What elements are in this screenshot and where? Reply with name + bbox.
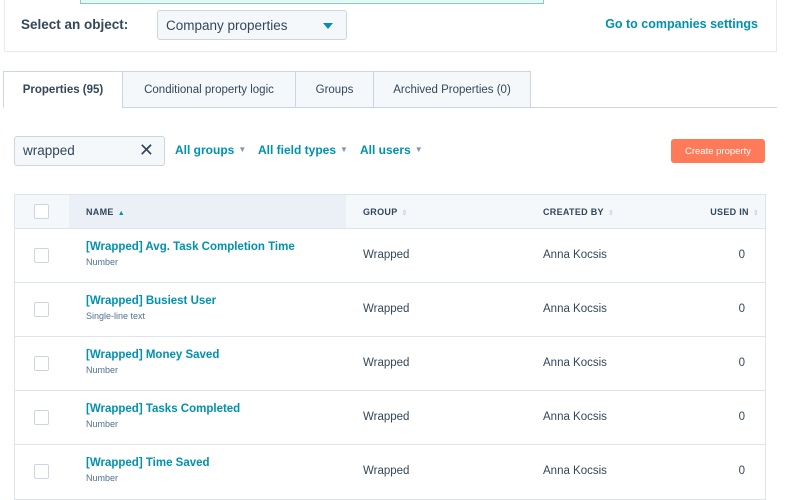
caret-down-icon: ▼ <box>414 145 423 154</box>
row-checkbox[interactable] <box>34 302 49 317</box>
property-type: Number <box>86 419 119 429</box>
table-row: [Wrapped] Busiest User Single-line text … <box>15 283 765 337</box>
all-users-label: All users <box>360 143 411 157</box>
all-users-filter[interactable]: All users ▼ <box>360 143 423 157</box>
property-type: Single-line text <box>86 311 146 321</box>
create-property-button[interactable]: Create property <box>671 139 765 163</box>
tab-properties[interactable]: Properties (95) <box>3 71 123 108</box>
all-field-types-label: All field types <box>258 143 337 157</box>
table-row: [Wrapped] Money Saved Number Wrapped Ann… <box>15 337 765 391</box>
property-name-link[interactable]: [Wrapped] Money Saved <box>86 349 219 361</box>
all-groups-filter[interactable]: All groups ▼ <box>175 143 246 157</box>
select-all-checkbox[interactable] <box>34 204 49 219</box>
caret-down-icon <box>323 23 333 29</box>
property-used-in: 0 <box>738 411 745 423</box>
sort-ascending-icon: ▲ <box>117 210 125 217</box>
object-dropdown[interactable]: Company properties <box>157 10 347 40</box>
property-created-by: Anna Kocsis <box>543 303 607 315</box>
sort-icon: ⇕ <box>401 210 408 217</box>
tab-bar: Properties (95) Conditional property log… <box>3 71 531 108</box>
table-row: [Wrapped] Time Saved Number Wrapped Anna… <box>15 445 765 499</box>
property-used-in: 0 <box>738 249 745 261</box>
tab-archived-properties[interactable]: Archived Properties (0) <box>373 71 531 108</box>
property-name-link[interactable]: [Wrapped] Time Saved <box>86 457 210 469</box>
sort-icon: ⇕ <box>752 210 759 217</box>
properties-table: NAME ▲ GROUP ⇕ CREATED BY ⇕ USED IN ⇕ [Wrapp… <box>14 194 766 500</box>
all-field-types-filter[interactable]: All field types ▼ <box>258 143 348 157</box>
search-input[interactable]: wrapped ✕ <box>14 136 165 166</box>
property-created-by: Anna Kocsis <box>543 357 607 369</box>
property-type: Number <box>86 257 119 267</box>
property-name-link[interactable]: [Wrapped] Tasks Completed <box>86 403 240 415</box>
all-groups-label: All groups <box>175 143 235 157</box>
property-created-by: Anna Kocsis <box>543 411 607 423</box>
tab-groups[interactable]: Groups <box>295 71 374 108</box>
sort-icon: ⇕ <box>607 210 615 217</box>
property-used-in: 0 <box>738 465 745 477</box>
property-used-in: 0 <box>738 303 745 315</box>
property-group: Wrapped <box>363 411 410 423</box>
table-row: [Wrapped] Tasks Completed Number Wrapped… <box>15 391 765 445</box>
tab-divider <box>122 107 777 108</box>
property-name-link[interactable]: [Wrapped] Busiest User <box>86 295 216 307</box>
property-name-link[interactable]: [Wrapped] Avg. Task Completion Time <box>86 241 295 253</box>
clear-search-icon[interactable]: ✕ <box>139 140 154 161</box>
row-checkbox[interactable] <box>34 464 49 479</box>
table-row: [Wrapped] Avg. Task Completion Time Numb… <box>15 229 765 283</box>
row-checkbox[interactable] <box>34 356 49 371</box>
object-dropdown-value: Company properties <box>166 18 288 33</box>
column-header-used-in[interactable]: USED IN ⇕ <box>710 207 759 217</box>
property-group: Wrapped <box>363 357 410 369</box>
property-type: Number <box>86 473 119 483</box>
property-created-by: Anna Kocsis <box>543 465 607 477</box>
table-header: NAME ▲ GROUP ⇕ CREATED BY ⇕ USED IN ⇕ <box>15 195 765 229</box>
caret-down-icon: ▼ <box>238 145 247 154</box>
property-used-in: 0 <box>738 357 745 369</box>
column-header-created-by[interactable]: CREATED BY ⇕ <box>543 207 614 217</box>
property-created-by: Anna Kocsis <box>543 249 607 261</box>
search-value: wrapped <box>23 143 75 158</box>
column-header-name[interactable]: NAME ▲ <box>86 207 125 217</box>
tab-conditional-property-logic[interactable]: Conditional property logic <box>122 71 296 108</box>
property-group: Wrapped <box>363 465 410 477</box>
row-checkbox[interactable] <box>34 410 49 425</box>
column-header-group[interactable]: GROUP ⇕ <box>363 207 408 217</box>
select-object-label: Select an object: <box>21 17 129 32</box>
property-group: Wrapped <box>363 303 410 315</box>
row-checkbox[interactable] <box>34 248 49 263</box>
property-type: Number <box>86 365 119 375</box>
caret-down-icon: ▼ <box>340 145 348 154</box>
property-group: Wrapped <box>363 249 410 261</box>
companies-settings-link[interactable]: Go to companies settings <box>605 17 758 31</box>
